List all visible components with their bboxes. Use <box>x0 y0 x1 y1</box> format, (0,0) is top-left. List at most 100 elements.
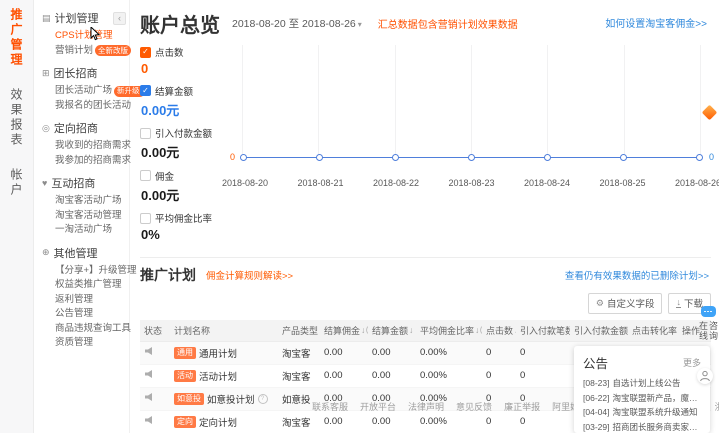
column-header[interactable]: 产品类型 <box>278 324 320 337</box>
promoting-status-icon[interactable] <box>144 392 154 402</box>
trend-chart: 0 0 2018-08-202018-08-212018-08-222018-0… <box>232 45 711 250</box>
announcement-item[interactable]: [06-22]淘宝联盟新产品，魔力投上线啦 <box>583 391 701 406</box>
download-icon: ↓ <box>676 298 681 308</box>
sidebar-item[interactable]: 淘宝客活动管理 <box>42 209 125 224</box>
customer-service-icon[interactable] <box>697 368 713 384</box>
promoting-status-icon[interactable] <box>144 369 154 379</box>
chart-gridline <box>547 45 548 159</box>
sidebar-item-label: 团长活动广场 <box>55 84 112 99</box>
customize-fields-button[interactable]: ⚙ 自定义字段 <box>588 293 663 314</box>
promoting-status-icon[interactable] <box>144 346 154 356</box>
footer-link[interactable]: 意见反馈 <box>456 400 492 413</box>
sidebar-item[interactable]: 我报名的团长活动 <box>42 99 125 114</box>
data-point-marker[interactable] <box>468 154 475 161</box>
promo-float-icon[interactable] <box>704 107 715 118</box>
metric-checkbox[interactable]: ✓ <box>140 85 151 96</box>
sidebar-item[interactable]: 返利管理 <box>42 293 125 308</box>
x-axis-tick-label: 2018-08-26 <box>669 178 719 191</box>
sidebar-item[interactable]: 团长活动广场 新升级! <box>42 84 125 99</box>
sidebar-section: ⊞ 团长招商 团长活动广场 新升级! 我报名的团长活动 <box>42 65 125 113</box>
pay-count-cell: 0 <box>516 370 570 381</box>
plans-toolbar: ⚙ 自定义字段 ↓ 下载 <box>140 293 711 314</box>
sidebar-item[interactable]: 营销计划 全新改版 <box>42 44 125 59</box>
product-type-cell: 淘宝客 <box>278 346 320 360</box>
x-axis-tick-label: 2018-08-25 <box>594 178 652 191</box>
sidebar-item-label: 我收到的招商需求 <box>55 139 131 154</box>
vertical-nav-item[interactable]: 推广管理 <box>8 8 25 68</box>
announcement-item[interactable]: [04-04]淘宝联盟系统升级通知 <box>583 405 701 420</box>
deleted-plans-link[interactable]: 查看仍有效果数据的已删除计划>> <box>565 268 709 282</box>
plan-name[interactable]: 通用计划 <box>199 346 237 360</box>
sort-arrow-icon[interactable]: ↓ <box>361 325 365 335</box>
plan-name[interactable]: 如意投计划 <box>207 392 255 406</box>
data-point-marker[interactable] <box>696 154 703 161</box>
chart-gridline <box>471 45 472 159</box>
sidebar-collapse-icon[interactable]: ‹ <box>113 12 126 25</box>
column-header[interactable]: 计划名称 <box>170 324 278 337</box>
chart-plot-area: 0 0 <box>232 45 711 175</box>
sidebar-item[interactable]: 我收到的招商需求 <box>42 139 125 154</box>
sidebar-item[interactable]: 资质管理 <box>42 336 125 351</box>
metric-block: ✓ 结算金额 0.00元 <box>140 84 232 119</box>
x-axis-tick-label: 2018-08-23 <box>443 178 501 191</box>
date-range-picker[interactable]: 2018-08-20 至 2018-08-26▾ <box>232 16 362 31</box>
sidebar-section-title[interactable]: ⊕ 其他管理 <box>42 245 125 261</box>
sort-arrow-icon[interactable]: ↓ <box>475 325 479 335</box>
footer-link[interactable]: 法律声明 <box>408 400 444 413</box>
footer-link[interactable]: 廉正举报 <box>504 400 540 413</box>
announcement-item[interactable]: [08-23]自选计划上线公告 <box>583 376 701 391</box>
footer-link[interactable]: 开放平台 <box>360 400 396 413</box>
plan-name[interactable]: 定向计划 <box>199 415 237 429</box>
metric-checkbox[interactable] <box>140 213 151 224</box>
promoting-status-icon[interactable] <box>144 415 154 425</box>
column-header[interactable]: 结算佣金↓? <box>320 324 368 337</box>
sort-arrow-icon[interactable]: ↓ <box>409 325 413 335</box>
sidebar-item[interactable]: 我参加的招商需求 <box>42 154 125 169</box>
data-point-marker[interactable] <box>544 154 551 161</box>
column-header[interactable]: 结算金额↓ <box>368 324 416 337</box>
sidebar-item-label: 淘宝客活动广场 <box>55 194 122 209</box>
sidebar-item[interactable]: 权益类推广管理 <box>42 278 125 293</box>
sidebar-section-icon: ♥ <box>42 178 47 188</box>
announcement-item[interactable]: [03-29]招商团长服务商卖家设置教程 <box>583 420 701 433</box>
column-header[interactable]: 平均佣金比率↓? <box>416 324 482 337</box>
sidebar-section-title[interactable]: ♥ 互动招商 <box>42 175 125 191</box>
metric-checkbox[interactable]: ✓ <box>140 47 151 58</box>
data-point-marker[interactable] <box>240 154 247 161</box>
announcement-more-link[interactable]: 更多 <box>683 356 701 369</box>
online-chat-widget[interactable]: 在线咨询 <box>698 306 718 345</box>
check-icon: ✓ <box>142 48 149 56</box>
column-header[interactable]: 引入付款笔数↓ <box>516 324 570 337</box>
footer-link[interactable]: 联系客服 <box>312 400 348 413</box>
chart-gridline <box>242 45 243 159</box>
sidebar-item[interactable]: 【分享+】升级管理 <box>42 264 125 279</box>
column-header[interactable]: 引入付款金额↓ <box>570 324 628 337</box>
data-point-marker[interactable] <box>316 154 323 161</box>
vertical-nav-item[interactable]: 帐户 <box>8 168 25 198</box>
commission-rule-link[interactable]: 佣金计算规则解读>> <box>206 268 293 282</box>
column-header[interactable]: 点击数↓ <box>482 324 516 337</box>
plan-name[interactable]: 活动计划 <box>199 369 237 383</box>
sidebar-section-icon: ◎ <box>42 123 50 134</box>
sidebar-item[interactable]: 淘宝客活动广场 <box>42 194 125 209</box>
sidebar-section: ◎ 定向招商 我收到的招商需求 我参加的招商需求 <box>42 120 125 168</box>
sidebar-item-label: 淘宝客活动管理 <box>55 209 122 224</box>
metric-checkbox[interactable] <box>140 170 151 181</box>
help-icon[interactable]: ? <box>258 394 268 404</box>
sidebar-item[interactable]: 一淘活动广场 <box>42 223 125 238</box>
page-header: 账户总览 2018-08-20 至 2018-08-26▾ 汇总数据包含营销计划… <box>140 10 711 36</box>
sidebar-item[interactable]: CPS计划管理 <box>42 29 125 44</box>
sidebar-item[interactable]: 公告管理 <box>42 307 125 322</box>
sidebar-item[interactable]: 商品违规查询工具 <box>42 322 125 337</box>
commission-settings-help-link[interactable]: 如何设置淘宝客佣金>> <box>605 15 707 30</box>
check-icon: ✓ <box>142 87 149 95</box>
data-point-marker[interactable] <box>620 154 627 161</box>
vertical-nav-item[interactable]: 效果报表 <box>8 88 25 148</box>
metric-checkbox[interactable] <box>140 128 151 139</box>
data-point-marker[interactable] <box>392 154 399 161</box>
column-header[interactable]: 点击转化率↓ <box>628 324 678 337</box>
sidebar-section-title[interactable]: ⊞ 团长招商 <box>42 65 125 81</box>
sidebar-item-label: 我报名的团长活动 <box>55 99 131 114</box>
column-header[interactable]: 状态 <box>140 324 170 337</box>
sidebar-section-title[interactable]: ◎ 定向招商 <box>42 120 125 136</box>
